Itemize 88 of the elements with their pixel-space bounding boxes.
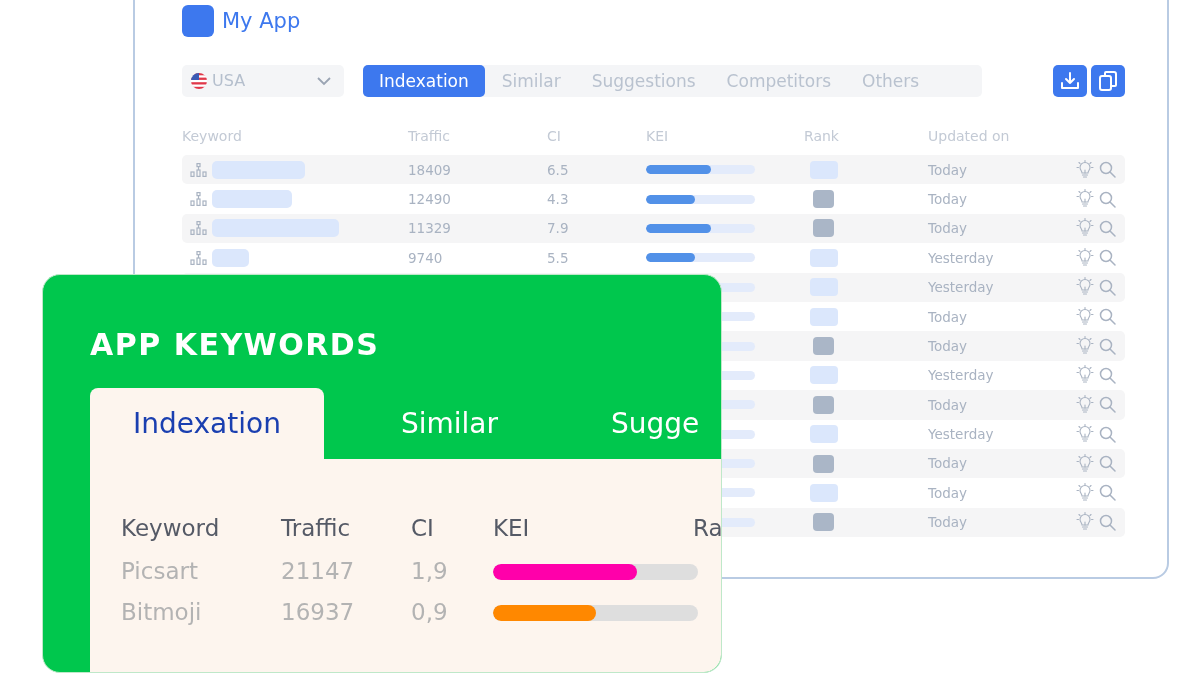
copy-button[interactable]	[1091, 65, 1125, 97]
table-cell-text: Today	[928, 160, 969, 180]
column-header: KEI	[646, 127, 670, 146]
hierarchy-icon	[190, 250, 207, 265]
table-cell-text: Today	[928, 189, 969, 209]
keyword-placeholder	[212, 248, 249, 267]
table-cell-text: 21147	[281, 557, 356, 587]
search-icon	[1099, 396, 1116, 414]
country-select[interactable]: USA	[182, 65, 344, 97]
tab[interactable]: Competitors	[712, 65, 845, 97]
tab[interactable]: Others	[848, 65, 934, 97]
table-cell-text: Today	[928, 307, 969, 327]
tab[interactable]: Similar	[487, 65, 575, 97]
search-icon	[1099, 425, 1116, 443]
table-cell-text: 12490	[408, 189, 452, 209]
tab[interactable]: Similar	[323, 388, 534, 459]
search-icon	[1099, 190, 1116, 208]
app-logo	[182, 5, 214, 37]
hierarchy-icon	[190, 221, 207, 236]
country-value: USA	[212, 70, 246, 92]
table-cell-text: Yesterday	[928, 278, 995, 298]
table-cell-text: Picsart	[121, 557, 199, 587]
table-cell-text: Today	[928, 513, 969, 533]
table-cell-text: 1,9	[411, 557, 449, 587]
table-cell-text: 6.5	[547, 160, 570, 180]
column-header: Keyword	[182, 127, 243, 146]
search-icon	[1099, 219, 1116, 237]
tab[interactable]: Suggestions	[577, 65, 710, 97]
table-cell-text: Today	[928, 395, 969, 415]
lightbulb-icon	[1075, 424, 1095, 445]
column-header: Keyword	[121, 514, 221, 543]
table-cell-text: Today	[928, 219, 969, 239]
copy-icon	[1098, 70, 1118, 92]
download-button[interactable]	[1053, 65, 1087, 97]
search-icon	[1099, 337, 1116, 355]
search-icon	[1099, 308, 1116, 326]
tab[interactable]: Indexation	[363, 65, 485, 97]
lightbulb-icon	[1075, 306, 1095, 327]
tab[interactable]: Sugge	[533, 388, 721, 459]
app-title: My App	[222, 10, 301, 32]
lightbulb-icon	[1075, 453, 1095, 474]
table-cell-text: Yesterday	[928, 425, 995, 445]
table-cell-text: Bitmoji	[121, 598, 203, 628]
column-header: Rank	[804, 127, 840, 146]
search-icon	[1099, 278, 1116, 296]
table-cell-text: Today	[928, 336, 969, 356]
hierarchy-icon	[190, 162, 207, 177]
lightbulb-icon	[1075, 189, 1095, 210]
lightbulb-icon	[1075, 247, 1095, 268]
column-header: Updated on	[928, 127, 1011, 146]
table-cell-text: 5.5	[547, 248, 570, 268]
search-icon	[1099, 513, 1116, 531]
table-cell-text: 0,9	[411, 598, 449, 628]
table-cell-text: Yesterday	[928, 366, 995, 386]
table-cell-text: 7.9	[547, 219, 570, 239]
lightbulb-icon	[1075, 483, 1095, 503]
lightbulb-icon	[1075, 218, 1095, 239]
column-header: Traffic	[408, 127, 452, 146]
search-icon	[1099, 366, 1116, 384]
table-cell-text: 9740	[408, 248, 444, 268]
column-header: Traffic	[281, 514, 352, 543]
table-cell-text: 16937	[281, 598, 356, 628]
lightbulb-icon	[1075, 159, 1095, 180]
table-cell-text: 11329	[408, 219, 452, 239]
table-cell-text: 4.3	[547, 189, 570, 209]
chevron-down-icon	[316, 76, 332, 86]
table-cell-text: Yesterday	[928, 248, 995, 268]
search-icon	[1099, 249, 1116, 267]
download-icon	[1060, 71, 1080, 91]
column-header: Ra	[693, 514, 721, 543]
lightbulb-icon	[1075, 336, 1095, 357]
column-header: CI	[547, 127, 562, 146]
lightbulb-icon	[1075, 394, 1095, 415]
search-icon	[1099, 161, 1116, 179]
lightbulb-icon	[1075, 277, 1095, 298]
column-header: CI	[411, 514, 435, 543]
lightbulb-icon	[1075, 365, 1095, 386]
table-cell-text: Today	[928, 483, 969, 503]
column-header: KEI	[493, 514, 531, 543]
tab[interactable]: Indexation	[90, 388, 324, 459]
card-title: APP KEYWORDS	[90, 327, 380, 363]
table-cell-text: 18409	[408, 160, 452, 180]
table-cell-text: Today	[928, 454, 969, 474]
lightbulb-icon	[1075, 512, 1095, 533]
search-icon	[1099, 455, 1116, 473]
hierarchy-icon	[190, 192, 207, 207]
search-icon	[1099, 484, 1116, 502]
flag-icon	[190, 72, 208, 90]
